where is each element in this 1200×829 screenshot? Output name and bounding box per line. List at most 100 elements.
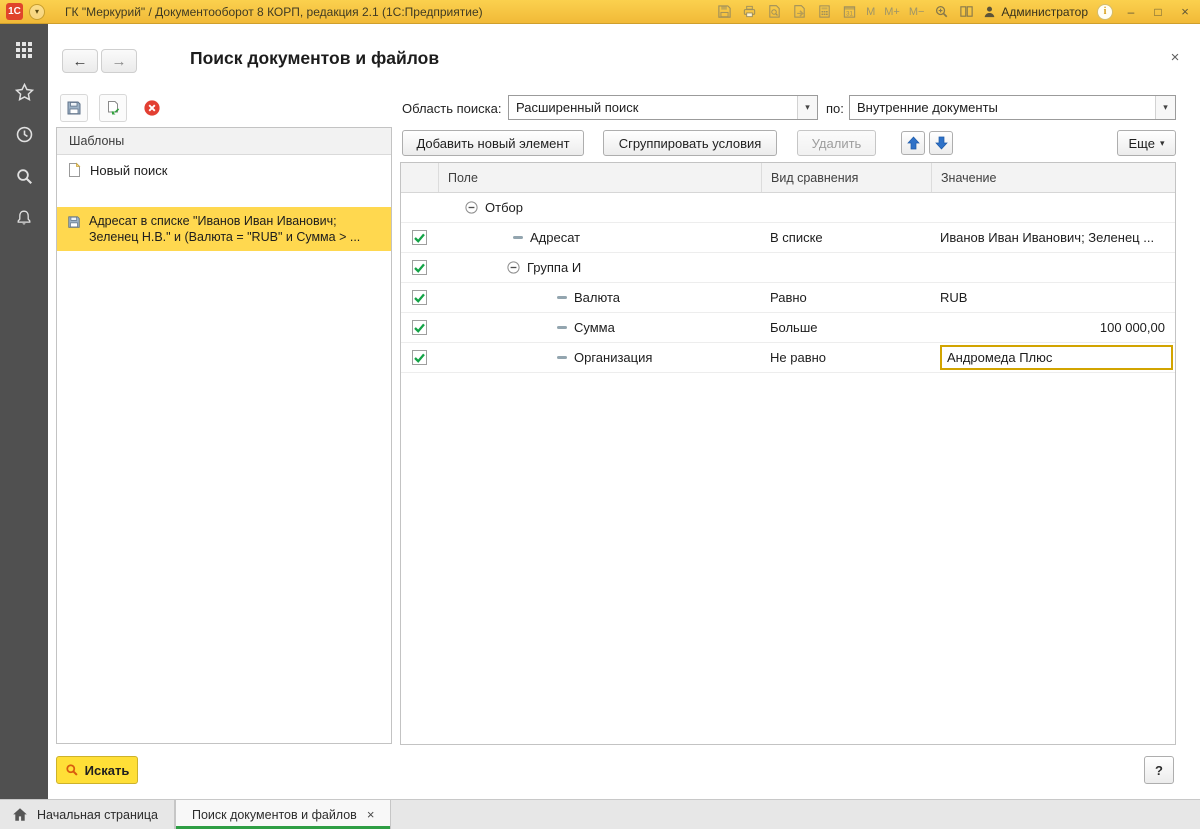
row-checkbox[interactable] xyxy=(401,283,438,312)
help-button[interactable]: ? xyxy=(1144,756,1174,784)
print-icon[interactable] xyxy=(741,4,757,20)
checkbox-checked-icon xyxy=(412,230,427,245)
back-button[interactable]: ← xyxy=(62,49,98,73)
zoom-icon[interactable] xyxy=(933,4,949,20)
add-element-button[interactable]: Добавить новый элемент xyxy=(402,130,584,156)
calendar-icon[interactable]: 31 xyxy=(841,4,857,20)
save-icon[interactable] xyxy=(716,4,732,20)
chevron-down-icon[interactable]: ▾ xyxy=(1155,96,1175,119)
floppy-icon xyxy=(67,101,81,115)
table-row-valuta[interactable]: Валюта Равно RUB xyxy=(401,283,1175,313)
red-cross-icon xyxy=(144,100,160,116)
table-row-group-otbor[interactable]: Отбор xyxy=(401,193,1175,223)
history-clock-icon[interactable] xyxy=(14,124,34,144)
row-checkbox[interactable] xyxy=(401,253,438,282)
tab-close-icon[interactable]: × xyxy=(367,807,375,822)
window-title: ГК "Меркурий" / Документооборот 8 КОРП, … xyxy=(65,4,483,19)
by-label: по: xyxy=(826,101,844,116)
open-windows-tabbar: Начальная страница Поиск документов и фа… xyxy=(0,799,1200,829)
checkbox-checked-icon xyxy=(412,260,427,275)
1c-logo: 1С xyxy=(6,3,23,20)
templates-toolbar xyxy=(60,94,166,122)
left-sidebar xyxy=(0,24,48,799)
print-preview-icon[interactable] xyxy=(766,4,782,20)
arrow-down-icon xyxy=(934,136,948,150)
svg-text:31: 31 xyxy=(846,11,853,18)
more-button[interactable]: Еще ▾ xyxy=(1117,130,1176,156)
conditions-table: Поле Вид сравнения Значение Отбор Адреса… xyxy=(400,162,1176,745)
template-item-new-search[interactable]: Новый поиск xyxy=(57,155,391,185)
column-comparison[interactable]: Вид сравнения xyxy=(761,163,931,192)
form-area: ← → Поиск документов и файлов × Шаблоны … xyxy=(48,24,1200,799)
titlebar-toolbar: 31 M M+ M− Администратор i – □ × xyxy=(716,3,1194,20)
split-view-icon[interactable] xyxy=(958,4,974,20)
scope-combobox[interactable]: Расширенный поиск ▾ xyxy=(508,95,818,120)
maximize-button[interactable]: □ xyxy=(1149,5,1167,19)
table-row-group-and[interactable]: Группа И xyxy=(401,253,1175,283)
save-as-icon xyxy=(108,101,120,115)
menu-grid-icon[interactable] xyxy=(14,40,34,60)
row-checkbox[interactable] xyxy=(401,313,438,342)
memory-m-minus-button[interactable]: M− xyxy=(909,6,925,18)
scope-label: Область поиска: xyxy=(402,101,502,116)
table-row-summa[interactable]: Сумма Больше 100 000,00 xyxy=(401,313,1175,343)
chevron-down-icon[interactable]: ▾ xyxy=(797,96,817,119)
page-title: Поиск документов и файлов xyxy=(190,48,440,68)
search-icon[interactable] xyxy=(14,166,34,186)
templates-header: Шаблоны xyxy=(57,128,391,155)
chevron-down-icon: ▾ xyxy=(1159,137,1165,148)
save-template-as-button[interactable] xyxy=(99,94,127,122)
minimize-button[interactable]: – xyxy=(1122,5,1140,19)
new-search-document-icon xyxy=(69,162,81,177)
checkbox-checked-icon xyxy=(412,320,427,335)
template-item-selected[interactable]: Адресат в списке "Иванов Иван Иванович; … xyxy=(57,207,391,251)
document-type-combobox[interactable]: Внутренние документы ▾ xyxy=(849,95,1176,120)
templates-panel: Шаблоны Новый поиск Адресат в списке "Ив… xyxy=(56,127,392,744)
row-checkbox[interactable] xyxy=(401,343,438,372)
group-conditions-button[interactable]: Сгруппировать условия xyxy=(603,130,777,156)
info-icon[interactable]: i xyxy=(1097,3,1113,20)
arrow-up-icon xyxy=(906,136,920,150)
delete-template-button[interactable] xyxy=(138,94,166,122)
row-checkbox[interactable] xyxy=(401,223,438,252)
column-value[interactable]: Значение xyxy=(931,163,1175,192)
window-close-button[interactable]: × xyxy=(1176,4,1194,19)
forward-button[interactable]: → xyxy=(101,49,137,73)
value-edit-input[interactable] xyxy=(940,345,1173,370)
table-row-adresat[interactable]: Адресат В списке Иванов Иван Иванович; З… xyxy=(401,223,1175,253)
window-titlebar: 1С ▾ ГК "Меркурий" / Документооборот 8 К… xyxy=(0,0,1200,24)
memory-m-button[interactable]: M xyxy=(866,6,875,18)
main-menu-chevron-icon[interactable]: ▾ xyxy=(29,3,45,20)
condition-item-icon xyxy=(557,356,567,359)
condition-item-icon xyxy=(557,326,567,329)
collapse-icon[interactable] xyxy=(507,261,520,274)
form-close-icon[interactable]: × xyxy=(1166,49,1184,66)
condition-item-icon xyxy=(513,236,523,239)
table-header: Поле Вид сравнения Значение xyxy=(401,163,1175,193)
send-document-icon[interactable] xyxy=(791,4,807,20)
move-down-button[interactable] xyxy=(929,131,953,155)
user-icon xyxy=(985,6,995,18)
saved-template-floppy-icon xyxy=(68,216,80,228)
calculator-icon[interactable] xyxy=(816,4,832,20)
checkbox-checked-icon xyxy=(412,350,427,365)
checkbox-checked-icon xyxy=(412,290,427,305)
condition-item-icon xyxy=(557,296,567,299)
notifications-bell-icon[interactable] xyxy=(14,208,34,228)
memory-m-plus-button[interactable]: M+ xyxy=(884,6,900,18)
tab-home-page[interactable]: Начальная страница xyxy=(0,800,174,829)
search-run-button[interactable]: Искать xyxy=(56,756,138,784)
home-icon xyxy=(13,808,27,821)
table-row-organizaciya[interactable]: Организация Не равно xyxy=(401,343,1175,373)
navigation-buttons: ← → xyxy=(62,49,137,73)
delete-condition-button[interactable]: Удалить xyxy=(797,130,876,156)
favorites-star-icon[interactable] xyxy=(14,82,34,102)
tab-search-documents[interactable]: Поиск документов и файлов × xyxy=(174,800,392,829)
move-up-button[interactable] xyxy=(901,131,925,155)
collapse-icon[interactable] xyxy=(465,201,478,214)
application-window: 1С ▾ ГК "Меркурий" / Документооборот 8 К… xyxy=(0,0,1200,829)
current-user[interactable]: Администратор xyxy=(983,5,1088,19)
search-magnifier-icon xyxy=(66,764,78,776)
save-template-button[interactable] xyxy=(60,94,88,122)
column-field[interactable]: Поле xyxy=(438,163,761,192)
